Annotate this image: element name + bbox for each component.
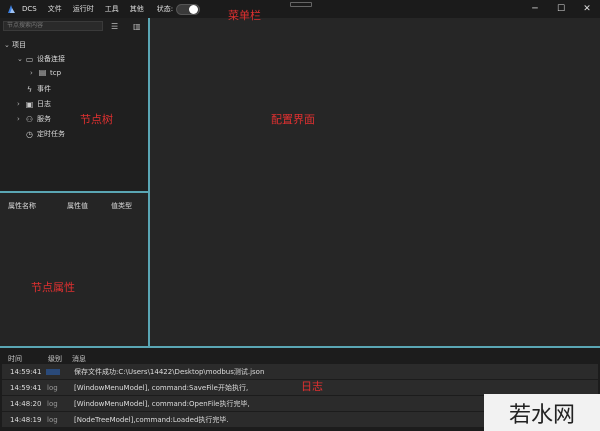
minimize-icon[interactable]: ─ [522, 4, 548, 14]
tree-item-device-connection[interactable]: ⌄ ▭ 设备连接 [17, 54, 65, 64]
node-properties-panel: 属性名称 属性值 值类型 [0, 193, 150, 346]
annotation-node-tree: 节点树 [80, 113, 113, 126]
prop-header-value: 属性值 [67, 202, 88, 210]
filter-icon[interactable]: ☰ [111, 22, 118, 31]
chevron-down-icon[interactable]: ⌄ [4, 41, 12, 49]
timer-icon: ◷ [26, 129, 33, 139]
tree-item-tcp[interactable]: › ▤ tcp [30, 68, 61, 77]
log-level: log [47, 399, 58, 408]
log-icon: ▣ [25, 99, 34, 109]
chevron-right-icon[interactable]: › [17, 100, 25, 108]
config-panel [150, 18, 600, 346]
log-row[interactable]: 14:59:41 保存文件成功:C:\Users\14422\Desktop\m… [2, 364, 598, 380]
tree-item-label: 定时任务 [37, 130, 65, 138]
log-message: [WindowMenuModel], command:SaveFile开始执行, [74, 383, 249, 392]
status-toggle[interactable] [176, 3, 201, 15]
annotation-config: 配置界面 [271, 113, 315, 126]
annotation-log: 日志 [301, 380, 323, 393]
log-message: [WindowMenuModel], command:OpenFile执行完毕, [74, 399, 250, 408]
close-icon[interactable]: ✕ [574, 4, 600, 14]
tree-item-label: 事件 [37, 85, 51, 93]
status-toggle-knob [189, 4, 199, 14]
tree-item-label: 日志 [37, 100, 51, 108]
log-level: log [47, 415, 58, 424]
event-icon: ϟ [26, 84, 33, 94]
maximize-icon[interactable]: ☐ [548, 4, 574, 14]
tree-item-project[interactable]: ⌄ 项目 [4, 40, 26, 50]
service-icon: ⚇ [25, 114, 34, 124]
log-header-time: 时间 [8, 355, 22, 363]
tcp-icon: ▤ [38, 68, 47, 77]
menu-other[interactable]: 其他 [130, 4, 144, 14]
menu-file[interactable]: 文件 [48, 4, 62, 14]
log-level-indicator [46, 369, 60, 375]
tree-item-label: 设备连接 [37, 55, 65, 63]
log-message: 保存文件成功:C:\Users\14422\Desktop\modbus测试.j… [74, 367, 265, 376]
status-label: 状态: [156, 5, 174, 13]
collapse-icon[interactable]: ▥ [133, 22, 141, 31]
chevron-right-icon[interactable]: › [17, 115, 25, 123]
drag-handle[interactable] [290, 2, 312, 7]
tree-item-timer[interactable]: ◷ 定时任务 [25, 129, 65, 139]
tree-item-label: tcp [50, 68, 62, 77]
log-header-level: 级别 [48, 355, 62, 363]
watermark: 若水网 [484, 394, 600, 431]
app-logo-icon [8, 5, 15, 13]
tree-item-label: 服务 [37, 115, 51, 123]
device-connection-icon: ▭ [25, 54, 34, 64]
app-title: DCS [22, 5, 37, 13]
log-time: 14:59:41 [10, 367, 42, 376]
tree-item-event[interactable]: ϟ 事件 [25, 84, 51, 94]
chevron-right-icon[interactable]: › [30, 69, 38, 77]
tree-item-label: 项目 [12, 41, 26, 49]
prop-header-name: 属性名称 [8, 202, 36, 210]
menu-runtime[interactable]: 运行时 [73, 4, 94, 14]
title-bar: DCS 文件 运行时 工具 其他 状态: ─ ☐ ✕ [0, 0, 600, 18]
tree-item-service[interactable]: › ⚇ 服务 [17, 114, 51, 124]
log-level: log [47, 383, 58, 392]
log-message: [NodeTreeModel],command:Loaded执行完毕. [74, 415, 229, 424]
node-tree-panel: 节点搜索内容 ☰ ▥ ⌄ 项目 ⌄ ▭ 设备连接 › ▤ tcp ϟ 事件 › … [0, 18, 150, 193]
log-time: 14:48:19 [10, 415, 42, 424]
log-header-message: 消息 [72, 355, 86, 363]
search-input[interactable]: 节点搜索内容 [3, 21, 103, 31]
prop-header-type: 值类型 [111, 202, 132, 210]
menu-tools[interactable]: 工具 [105, 4, 119, 14]
log-time: 14:59:41 [10, 383, 42, 392]
chevron-down-icon[interactable]: ⌄ [17, 55, 25, 63]
log-time: 14:48:20 [10, 399, 42, 408]
tree-item-log[interactable]: › ▣ 日志 [17, 99, 51, 109]
annotation-menubar: 菜单栏 [228, 9, 261, 22]
annotation-node-props: 节点属性 [31, 281, 75, 294]
